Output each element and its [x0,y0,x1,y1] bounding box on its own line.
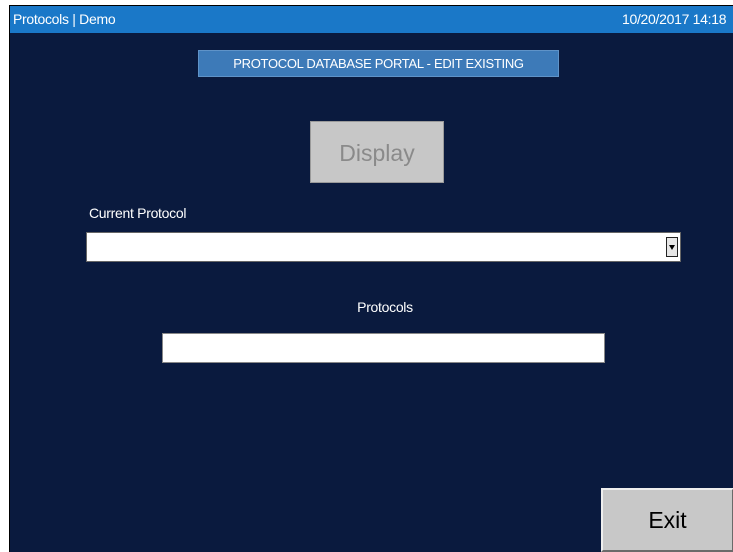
chevron-down-icon [669,245,675,250]
datetime-display: 10/20/2017 14:18 [622,11,727,27]
window-title: Protocols | Demo [13,11,116,27]
app-window: Protocols | Demo 10/20/2017 14:18 PROTOC… [9,5,733,552]
page-title-banner: PROTOCOL DATABASE PORTAL - EDIT EXISTING [198,50,559,77]
current-protocol-dropdown[interactable] [86,232,681,262]
protocols-label: Protocols [357,299,413,315]
dropdown-button[interactable] [666,237,678,257]
exit-button[interactable]: Exit [601,488,733,552]
protocols-field[interactable] [162,333,605,363]
current-protocol-label: Current Protocol [89,205,187,221]
display-button[interactable]: Display [310,121,444,183]
title-bar: Protocols | Demo 10/20/2017 14:18 [10,6,733,33]
